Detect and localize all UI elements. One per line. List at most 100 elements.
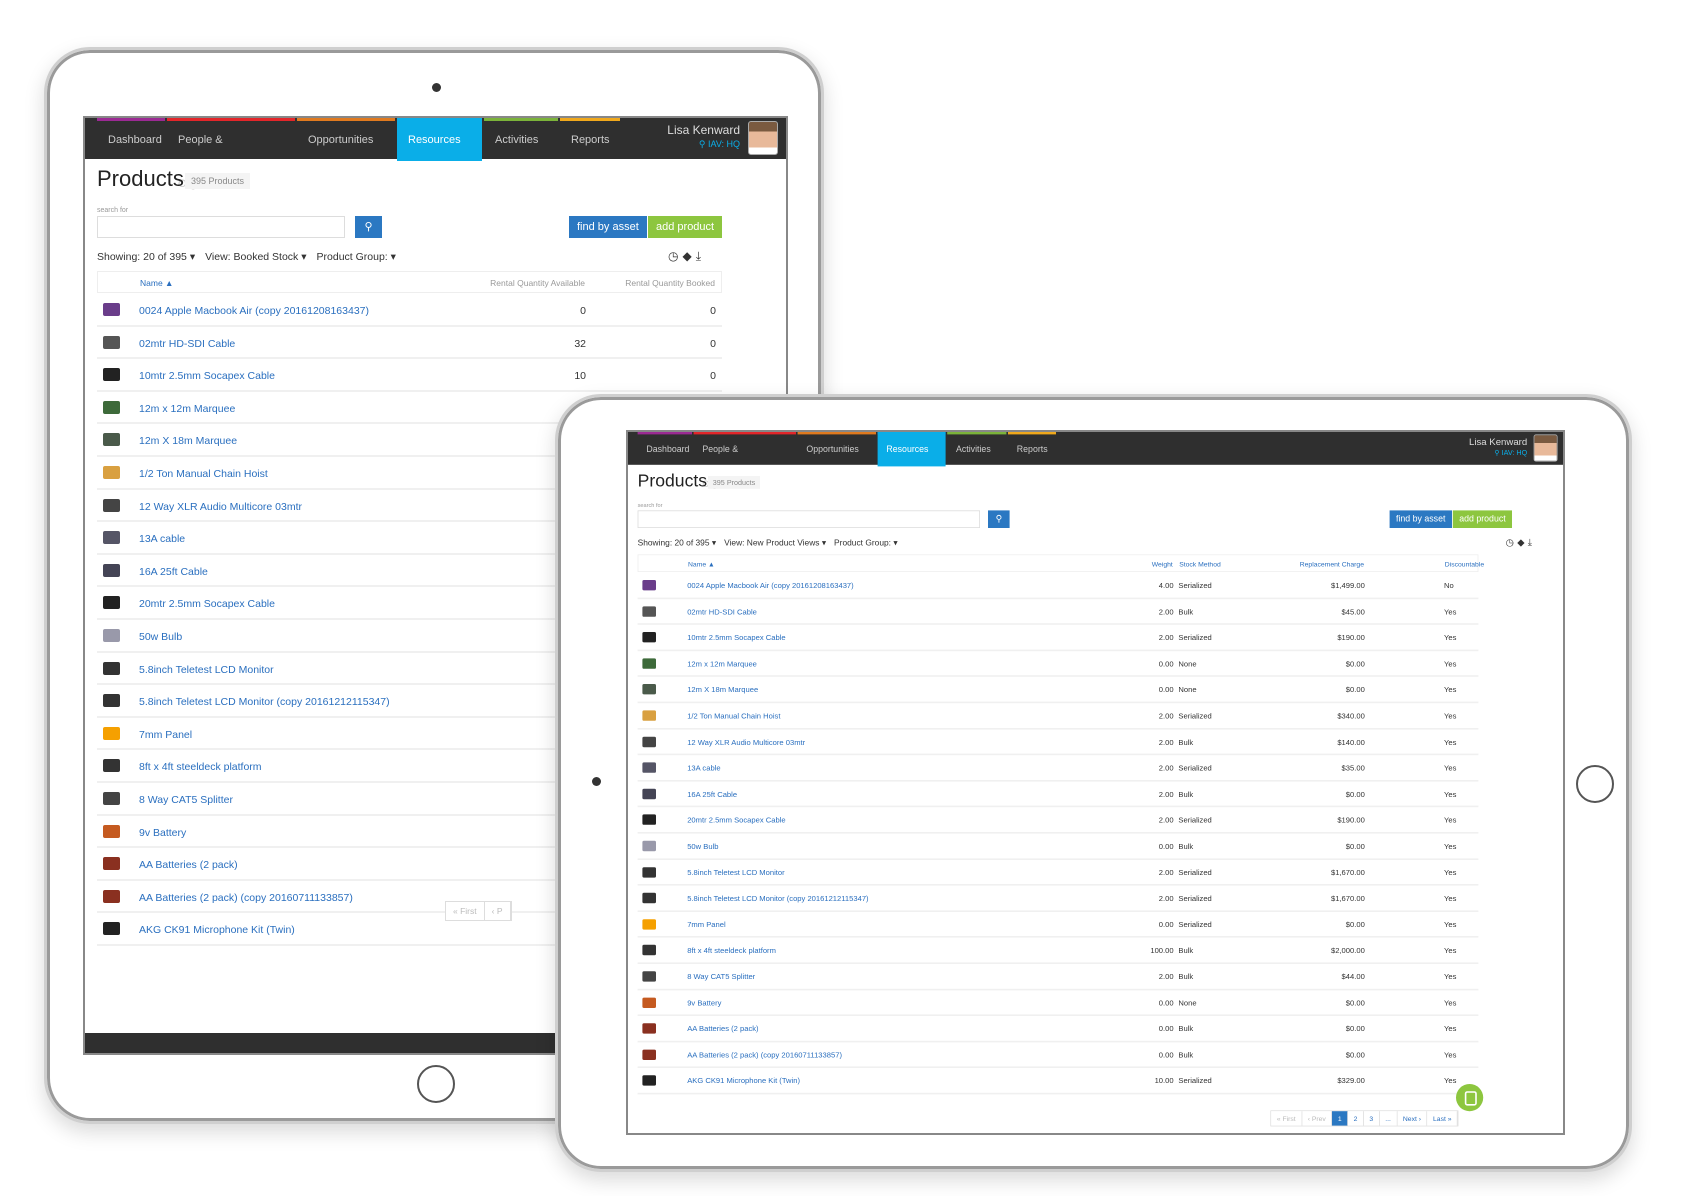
discountable: Yes — [1444, 920, 1457, 930]
column-rental-booked[interactable]: Rental Quantity Booked — [625, 278, 715, 288]
nav-tab-resources[interactable]: Resources — [397, 118, 482, 161]
product-name-link[interactable]: 12m X 18m Marquee — [687, 686, 758, 695]
add-product-button[interactable]: add product — [648, 216, 723, 238]
column-stock-method[interactable]: Stock Method — [1179, 560, 1221, 568]
product-name-link[interactable]: 8ft x 4ft steeldeck platform — [139, 761, 262, 773]
product-name-link[interactable]: 02mtr HD-SDI Cable — [139, 338, 235, 350]
pagination-item[interactable]: Next › — [1397, 1111, 1428, 1126]
nav-tab-opportunities[interactable]: Opportunities — [297, 118, 395, 159]
product-name-link[interactable]: 12 Way XLR Audio Multicore 03mtr — [139, 501, 302, 513]
product-name-link[interactable]: 12m x 12m Marquee — [687, 660, 757, 669]
nav-tab-activities[interactable]: Activities — [484, 118, 558, 159]
showing-dropdown[interactable]: Showing: 20 of 395 ▾ — [638, 538, 716, 548]
download-icon[interactable]: ⤓ — [696, 249, 705, 263]
product-name-link[interactable]: 50w Bulb — [139, 631, 182, 643]
stock-method: Serialized — [1178, 868, 1212, 878]
product-name-link[interactable]: 16A 25ft Cable — [139, 566, 208, 578]
add-product-button[interactable]: add product — [1452, 510, 1513, 528]
product-name-link[interactable]: 1/2 Ton Manual Chain Hoist — [687, 712, 780, 721]
product-name-link[interactable]: 8 Way CAT5 Splitter — [139, 794, 233, 806]
product-name-link[interactable]: 20mtr 2.5mm Socapex Cable — [687, 816, 785, 825]
view-dropdown[interactable]: View: New Product Views ▾ — [724, 538, 826, 548]
pagination-item[interactable]: 3 — [1363, 1111, 1380, 1126]
pagination-prev[interactable]: ‹ P — [484, 902, 511, 920]
pagination-item[interactable]: « First — [1271, 1111, 1303, 1126]
product-name-link[interactable]: 5.8inch Teletest LCD Monitor — [139, 664, 274, 676]
product-name-link[interactable]: 5.8inch Teletest LCD Monitor (copy 20161… — [687, 895, 868, 904]
product-name-link[interactable]: 5.8inch Teletest LCD Monitor — [687, 868, 784, 877]
product-name-link[interactable]: 16A 25ft Cable — [687, 790, 737, 799]
nav-tab-reports[interactable]: Reports — [560, 118, 620, 159]
product-name-link[interactable]: 02mtr HD-SDI Cable — [687, 608, 757, 617]
user-menu[interactable]: Lisa Kenward ⚲ IAV: HQ — [667, 123, 740, 150]
nav-tab-opportunities[interactable]: Opportunities — [798, 432, 876, 465]
tag-icon[interactable]: ◆ — [1517, 537, 1528, 548]
product-group-dropdown[interactable]: Product Group: ▾ — [834, 538, 898, 548]
download-icon[interactable]: ⤓ — [1528, 537, 1535, 548]
product-name-link[interactable]: 0024 Apple Macbook Air (copy 20161208163… — [687, 582, 853, 591]
product-name-link[interactable]: AA Batteries (2 pack) — [139, 859, 238, 871]
column-weight[interactable]: Weight — [1152, 560, 1173, 568]
tag-icon[interactable]: ◆ — [682, 249, 695, 263]
view-dropdown[interactable]: View: Booked Stock ▾ — [205, 251, 306, 263]
pagination-item[interactable]: Last » — [1427, 1111, 1458, 1126]
stock-method: Serialized — [1178, 920, 1212, 930]
product-name-link[interactable]: AA Batteries (2 pack) (copy 201607111338… — [687, 1051, 842, 1060]
column-name[interactable]: Name ▲ — [688, 560, 715, 568]
nav-tab-dashboard[interactable]: Dashboard — [638, 432, 692, 465]
avatar[interactable] — [1533, 434, 1558, 462]
product-name-link[interactable]: 13A cable — [687, 764, 720, 773]
product-name-link[interactable]: 9v Battery — [687, 999, 721, 1008]
showing-dropdown[interactable]: Showing: 20 of 395 ▾ — [97, 251, 195, 263]
product-name-link[interactable]: 8 Way CAT5 Splitter — [687, 973, 755, 982]
product-name-link[interactable]: 8ft x 4ft steeldeck platform — [687, 947, 776, 956]
product-name-link[interactable]: 7mm Panel — [687, 921, 725, 930]
column-rental-available[interactable]: Rental Quantity Available — [490, 278, 585, 288]
nav-tab-people-organizations[interactable]: People & Organizations — [694, 432, 796, 490]
product-name-link[interactable]: 10mtr 2.5mm Socapex Cable — [139, 370, 275, 382]
product-name-link[interactable]: 12m X 18m Marquee — [139, 435, 237, 447]
clock-icon[interactable]: ◷ — [1506, 537, 1518, 548]
column-replacement-charge[interactable]: Replacement Charge — [1300, 560, 1364, 568]
product-name-link[interactable]: 7mm Panel — [139, 729, 192, 741]
product-name-link[interactable]: 13A cable — [139, 533, 185, 545]
nav-tab-activities[interactable]: Activities — [947, 432, 1006, 465]
product-name-link[interactable]: 9v Battery — [139, 827, 186, 839]
product-name-link[interactable]: AA Batteries (2 pack) — [687, 1025, 758, 1034]
pagination-item[interactable]: ... — [1379, 1111, 1398, 1126]
clock-icon[interactable]: ◷ — [668, 249, 682, 263]
nav-tab-resources[interactable]: Resources — [877, 432, 946, 467]
find-by-asset-button[interactable]: find by asset — [1389, 510, 1452, 528]
find-by-asset-button[interactable]: find by asset — [569, 216, 647, 238]
product-name-link[interactable]: AKG CK91 Microphone Kit (Twin) — [139, 924, 295, 936]
product-name-link[interactable]: 0024 Apple Macbook Air (copy 20161208163… — [139, 305, 369, 317]
product-name-link[interactable]: 12m x 12m Marquee — [139, 403, 235, 415]
product-name-link[interactable]: AA Batteries (2 pack) (copy 201607111338… — [139, 892, 353, 904]
column-name[interactable]: Name ▲ — [140, 278, 173, 288]
product-name-link[interactable]: AKG CK91 Microphone Kit (Twin) — [687, 1077, 800, 1086]
nav-tab-dashboard[interactable]: Dashboard — [97, 118, 165, 159]
search-button[interactable]: ⚲ — [988, 510, 1010, 528]
product-name-link[interactable]: 12 Way XLR Audio Multicore 03mtr — [687, 738, 805, 747]
product-name-link[interactable]: 1/2 Ton Manual Chain Hoist — [139, 468, 268, 480]
nav-tab-reports[interactable]: Reports — [1008, 432, 1056, 465]
product-name-link[interactable]: 20mtr 2.5mm Socapex Cable — [139, 598, 275, 610]
avatar[interactable] — [748, 121, 778, 155]
product-name-link[interactable]: 50w Bulb — [687, 842, 718, 851]
product-group-dropdown[interactable]: Product Group: ▾ — [317, 251, 396, 263]
user-menu[interactable]: Lisa Kenward ⚲ IAV: HQ — [1469, 436, 1527, 458]
column-discountable[interactable]: Discountable — [1445, 560, 1484, 568]
user-location: IAV: HQ — [707, 139, 740, 149]
pagination-item[interactable]: 2 — [1348, 1111, 1364, 1126]
search-input[interactable] — [97, 216, 345, 238]
pagination-first[interactable]: « First — [446, 902, 485, 920]
product-name-link[interactable]: 5.8inch Teletest LCD Monitor (copy 20161… — [139, 696, 390, 708]
product-name-link[interactable]: 10mtr 2.5mm Socapex Cable — [687, 634, 785, 643]
search-button[interactable]: ⚲ — [355, 216, 382, 238]
stock-method: None — [1178, 685, 1197, 695]
pagination-item[interactable]: 1 — [1332, 1111, 1349, 1126]
pagination-item[interactable]: ‹ Prev — [1302, 1111, 1333, 1126]
search-input[interactable] — [637, 510, 980, 528]
chat-widget-button[interactable] — [1456, 1084, 1484, 1112]
nav-tab-people-organizations[interactable]: People & Organizations — [167, 118, 295, 190]
